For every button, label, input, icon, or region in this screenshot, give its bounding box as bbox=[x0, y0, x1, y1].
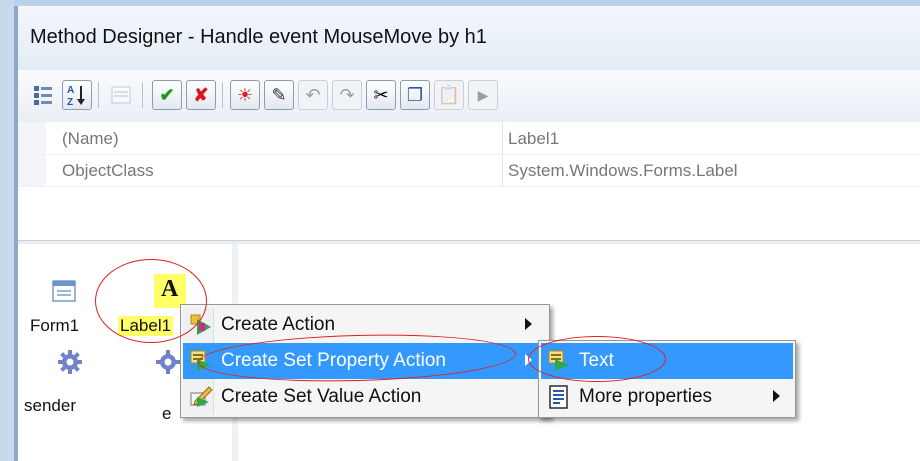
property-name: (Name) bbox=[62, 129, 119, 148]
ok-button[interactable]: ✔ bbox=[152, 80, 182, 110]
property-pages-button[interactable] bbox=[106, 80, 136, 110]
debug-button[interactable]: ☀ bbox=[230, 80, 260, 110]
categorized-button[interactable] bbox=[28, 80, 58, 110]
property-row[interactable]: ObjectClass System.Windows.Forms.Label bbox=[18, 154, 920, 187]
copy-button[interactable]: ❐ bbox=[400, 80, 430, 110]
redo-icon: ↷ bbox=[339, 84, 355, 105]
toolbar-separator bbox=[142, 82, 143, 108]
cross-icon: ✘ bbox=[193, 84, 209, 105]
alphabetical-button[interactable]: A Z bbox=[62, 80, 92, 110]
run-button[interactable]: ▶ bbox=[468, 80, 498, 110]
submenu-arrow-icon bbox=[525, 318, 532, 330]
submenu-item-text[interactable]: Text bbox=[541, 343, 793, 379]
property-value: Label1 bbox=[508, 129, 560, 148]
toolbar: A Z ✔ ✘ ☀ ✎ ↶ ↷ ✂ ❐ 📋 ▶ bbox=[18, 70, 920, 123]
tools-button[interactable]: ✎ bbox=[264, 80, 294, 110]
toolbar-separator bbox=[98, 82, 99, 108]
categorized-icon bbox=[34, 86, 52, 105]
property-text-icon bbox=[548, 350, 569, 371]
menu-item-label: Create Set Property Action bbox=[221, 350, 446, 371]
property-grid: (Name) Label1 ObjectClass System.Windows… bbox=[18, 122, 920, 240]
form-icon[interactable] bbox=[52, 280, 76, 302]
paste-button[interactable]: 📋 bbox=[434, 80, 464, 110]
label1-label[interactable]: Label1 bbox=[118, 316, 174, 336]
property-row[interactable]: (Name) Label1 bbox=[18, 122, 920, 155]
create-action-icon bbox=[190, 314, 211, 335]
gear-icon[interactable] bbox=[58, 350, 82, 374]
property-pages-icon bbox=[111, 86, 131, 104]
window-frame-left bbox=[0, 0, 14, 461]
svg-text:A: A bbox=[67, 85, 74, 96]
wand-icon: ✎ bbox=[271, 84, 287, 105]
undo-button[interactable]: ↶ bbox=[298, 80, 328, 110]
e-label[interactable]: e bbox=[162, 404, 171, 424]
toolbar-separator bbox=[222, 82, 223, 108]
menu-item-label: Create Set Value Action bbox=[221, 386, 422, 407]
set-property-icon bbox=[190, 350, 211, 371]
form1-label[interactable]: Form1 bbox=[30, 316, 79, 336]
submenu-arrow-icon bbox=[525, 354, 532, 366]
window-title: Method Designer - Handle event MouseMove… bbox=[30, 26, 487, 48]
property-submenu: Text More properties bbox=[538, 340, 796, 418]
sort-az-icon: A Z bbox=[67, 85, 85, 107]
more-properties-icon bbox=[549, 385, 568, 409]
redo-button[interactable]: ↷ bbox=[332, 80, 362, 110]
copy-icon: ❐ bbox=[406, 84, 424, 105]
set-value-icon bbox=[190, 386, 213, 407]
submenu-item-label: Text bbox=[579, 350, 614, 371]
cut-button[interactable]: ✂ bbox=[366, 80, 396, 110]
menu-item-create-action[interactable]: Create Action bbox=[183, 307, 547, 343]
cancel-button[interactable]: ✘ bbox=[186, 80, 216, 110]
submenu-item-label: More properties bbox=[579, 386, 713, 407]
context-menu: Create Action Create Set Property Action… bbox=[180, 304, 550, 418]
title-bar[interactable]: Method Designer - Handle event MouseMove… bbox=[18, 6, 920, 71]
gear-icon[interactable] bbox=[156, 350, 180, 374]
menu-item-label: Create Action bbox=[221, 314, 336, 335]
label-control-icon[interactable]: A bbox=[154, 274, 186, 308]
play-icon: ▶ bbox=[477, 86, 489, 103]
check-icon: ✔ bbox=[159, 84, 175, 105]
property-name: ObjectClass bbox=[62, 161, 154, 180]
menu-item-create-set-property-action[interactable]: Create Set Property Action bbox=[183, 343, 547, 379]
sender-label[interactable]: sender bbox=[24, 396, 76, 416]
label-glyph: A bbox=[161, 276, 179, 302]
property-value: System.Windows.Forms.Label bbox=[508, 161, 738, 180]
undo-icon: ↶ bbox=[305, 84, 321, 105]
scissors-icon: ✂ bbox=[373, 84, 389, 105]
menu-item-create-set-value-action[interactable]: Create Set Value Action bbox=[183, 379, 547, 415]
svg-text:Z: Z bbox=[67, 97, 73, 107]
paste-icon: 📋 bbox=[437, 84, 461, 105]
submenu-arrow-icon bbox=[773, 390, 780, 402]
submenu-item-more-properties[interactable]: More properties bbox=[541, 379, 793, 415]
bug-icon: ☀ bbox=[236, 84, 254, 105]
